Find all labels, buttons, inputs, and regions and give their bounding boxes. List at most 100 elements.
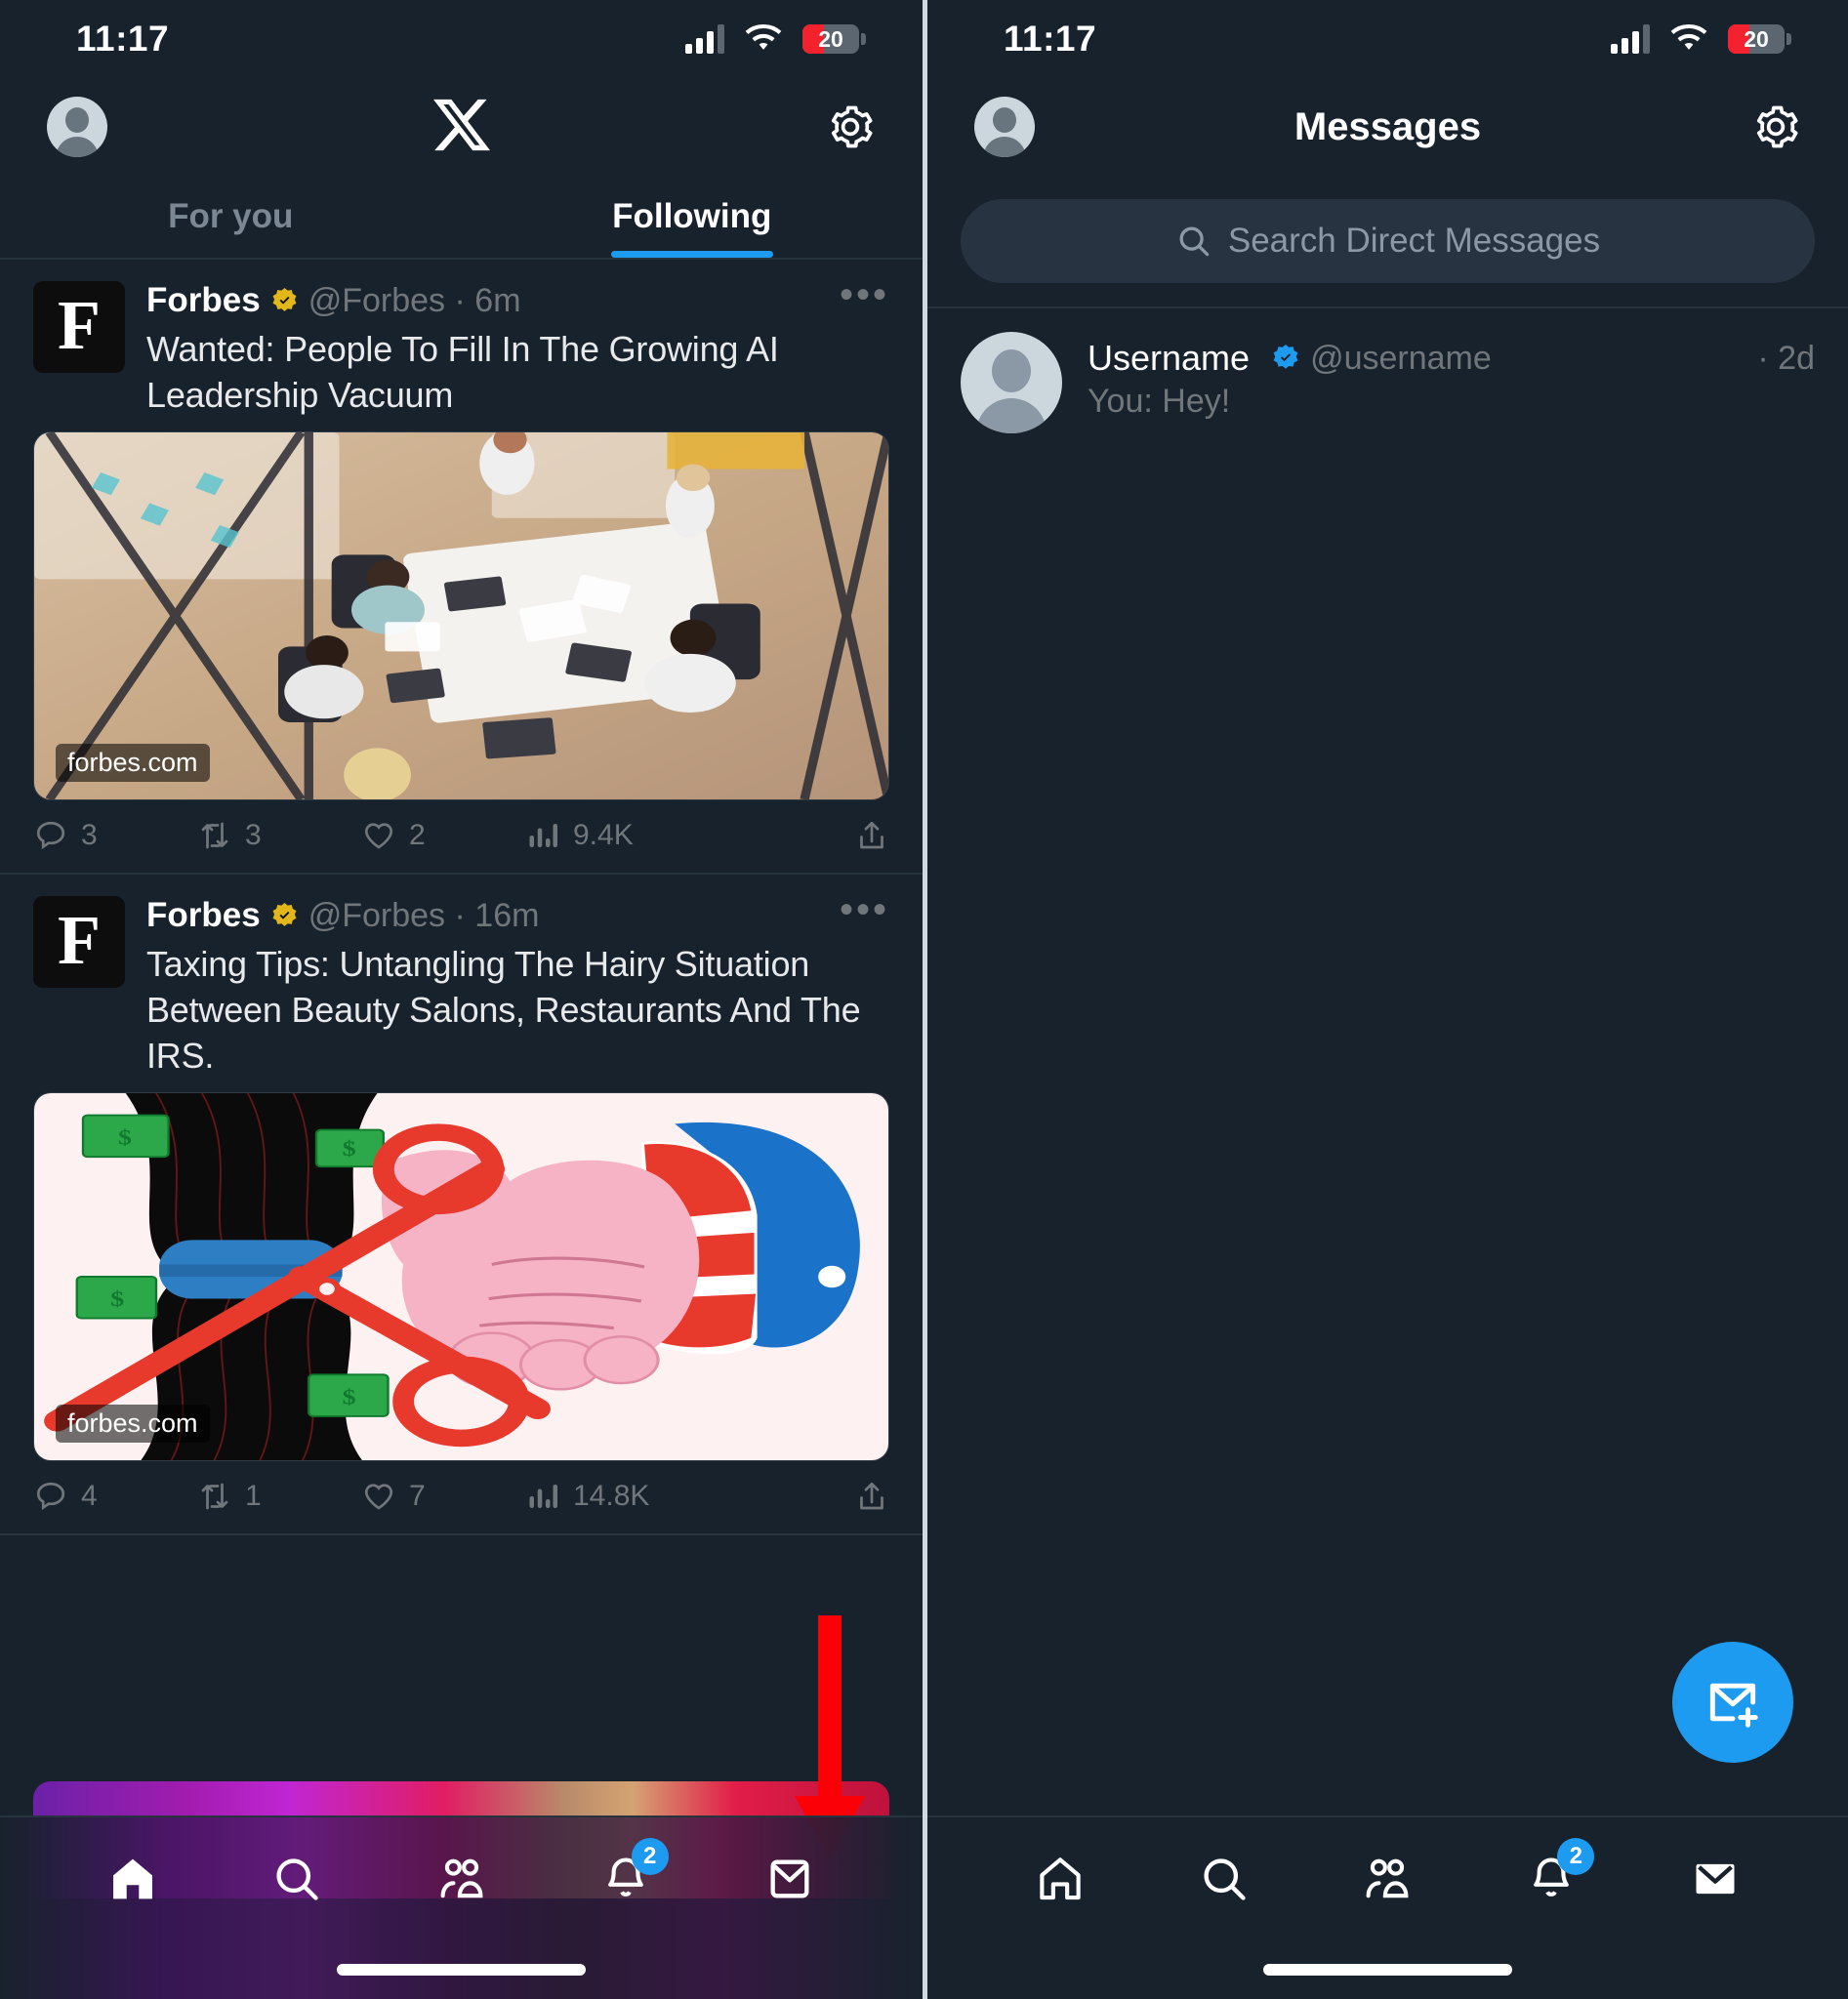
- messages-envelope-icon: [764, 1854, 815, 1904]
- status-indicators: 20: [685, 24, 866, 54]
- tab-following-label: Following: [612, 197, 771, 236]
- tweet-actions: 4 1 7 14.8K: [33, 1461, 889, 1533]
- tweet-author-name[interactable]: Forbes: [146, 281, 261, 320]
- search-icon: [271, 1854, 322, 1904]
- tweet-handle-and-time: @Forbes · 6m: [308, 282, 521, 320]
- tab-for-you[interactable]: For you: [0, 176, 462, 258]
- nav-home[interactable]: [978, 1854, 1142, 1904]
- nav-notifications[interactable]: 2: [1469, 1854, 1633, 1904]
- retweet-action[interactable]: 1: [197, 1479, 361, 1514]
- reply-count: 3: [81, 819, 98, 852]
- search-input[interactable]: Search Direct Messages: [1228, 222, 1600, 261]
- app-header-right: Messages: [927, 78, 1848, 176]
- profile-avatar-icon[interactable]: [974, 97, 1035, 157]
- retweet-action[interactable]: 3: [197, 818, 361, 853]
- battery-icon: 20: [802, 24, 859, 54]
- search-dm-field[interactable]: Search Direct Messages: [961, 199, 1815, 283]
- reply-action[interactable]: 4: [33, 1479, 197, 1514]
- conversation-row[interactable]: Username @username · 2d You: Hey!: [927, 308, 1848, 457]
- tweet-media-image[interactable]: $$$$: [33, 1092, 889, 1461]
- gear-icon[interactable]: [825, 102, 876, 152]
- nav-communities[interactable]: [1306, 1854, 1470, 1904]
- nav-messages[interactable]: [708, 1854, 872, 1904]
- tweet-handle-and-time: @Forbes · 16m: [308, 897, 540, 935]
- tweet-card[interactable]: F Forbes @Forbes · 6m ••• Wanted: People…: [0, 260, 923, 875]
- avatar[interactable]: F: [33, 281, 125, 373]
- app-header-left: [0, 78, 923, 176]
- conversation-handle: @username: [1310, 340, 1492, 378]
- svg-text:$: $: [118, 1124, 132, 1150]
- dual-screenshot-comparison: 11:17 20: [0, 0, 1848, 1999]
- nav-communities[interactable]: [379, 1854, 543, 1904]
- status-time: 11:17: [76, 19, 169, 60]
- tweet-text: Taxing Tips: Untangling The Hairy Situat…: [146, 941, 889, 1079]
- nav-search[interactable]: [215, 1854, 379, 1904]
- avatar[interactable]: [961, 332, 1062, 433]
- reply-count: 4: [81, 1480, 98, 1513]
- views-bar-chart-icon: [525, 1479, 560, 1514]
- nav-home[interactable]: [51, 1854, 215, 1904]
- like-count: 2: [409, 819, 426, 852]
- retweet-count: 3: [245, 819, 262, 852]
- retweet-count: 1: [245, 1480, 262, 1513]
- verified-blue-badge-icon: [1271, 344, 1300, 373]
- verified-gold-badge-icon: [270, 287, 299, 315]
- cellular-signal-icon: [1611, 24, 1650, 54]
- more-options-icon[interactable]: •••: [840, 285, 889, 305]
- share-action[interactable]: [854, 818, 889, 853]
- communities-icon: [434, 1854, 489, 1904]
- nav-notifications[interactable]: 2: [544, 1854, 708, 1904]
- tweet-media-image[interactable]: forbes.com: [33, 431, 889, 800]
- reply-icon: [33, 1479, 68, 1514]
- profile-avatar-icon[interactable]: [47, 97, 107, 157]
- nav-messages[interactable]: [1633, 1854, 1797, 1904]
- share-icon: [854, 1479, 889, 1514]
- wifi-icon: [744, 24, 783, 54]
- views-action[interactable]: 9.4K: [525, 818, 854, 853]
- notifications-badge: 2: [1557, 1838, 1594, 1875]
- avatar[interactable]: F: [33, 896, 125, 988]
- battery-percent: 20: [802, 24, 859, 54]
- search-icon: [1199, 1854, 1250, 1904]
- timeline-tabs: For you Following: [0, 176, 923, 260]
- tweet-author-name[interactable]: Forbes: [146, 896, 261, 935]
- gear-icon[interactable]: [1750, 102, 1801, 152]
- messages-envelope-icon: [1690, 1854, 1741, 1904]
- tab-for-you-label: For you: [168, 197, 293, 236]
- views-bar-chart-icon: [525, 818, 560, 853]
- heart-icon: [361, 1479, 396, 1514]
- reply-action[interactable]: 3: [33, 818, 197, 853]
- share-icon: [854, 818, 889, 853]
- battery-percent: 20: [1728, 24, 1785, 54]
- svg-text:$: $: [110, 1286, 124, 1312]
- tab-following[interactable]: Following: [462, 176, 924, 258]
- communities-icon: [1360, 1854, 1415, 1904]
- bottom-nav-right: 2: [927, 1815, 1848, 1999]
- more-options-icon[interactable]: •••: [840, 900, 889, 919]
- status-bar-right: 11:17 20: [927, 0, 1848, 78]
- tweet-card[interactable]: F Forbes @Forbes · 16m ••• Taxing Tips: …: [0, 875, 923, 1535]
- share-action[interactable]: [854, 1479, 889, 1514]
- x-logo-container: [0, 97, 923, 158]
- new-message-icon: [1703, 1672, 1763, 1733]
- status-indicators: 20: [1611, 24, 1791, 54]
- views-action[interactable]: 14.8K: [525, 1479, 854, 1514]
- like-action[interactable]: 7: [361, 1479, 525, 1514]
- timeline-feed[interactable]: F Forbes @Forbes · 6m ••• Wanted: People…: [0, 260, 923, 1898]
- reply-icon: [33, 818, 68, 853]
- left-phone-screen: 11:17 20: [0, 0, 923, 1999]
- home-icon: [107, 1854, 158, 1904]
- tweet-text: Wanted: People To Fill In The Growing AI…: [146, 326, 889, 418]
- page-title-container: Messages: [927, 105, 1848, 149]
- like-count: 7: [409, 1480, 426, 1513]
- status-bar-left: 11:17 20: [0, 0, 923, 78]
- conversation-time: · 2d: [1757, 340, 1815, 378]
- battery-icon: 20: [1728, 24, 1785, 54]
- views-count: 9.4K: [573, 819, 634, 852]
- home-indicator: [0, 1941, 923, 1999]
- wifi-icon: [1669, 24, 1708, 54]
- new-message-button[interactable]: [1672, 1642, 1793, 1763]
- like-action[interactable]: 2: [361, 818, 525, 853]
- home-indicator: [927, 1941, 1848, 1999]
- nav-search[interactable]: [1142, 1854, 1306, 1904]
